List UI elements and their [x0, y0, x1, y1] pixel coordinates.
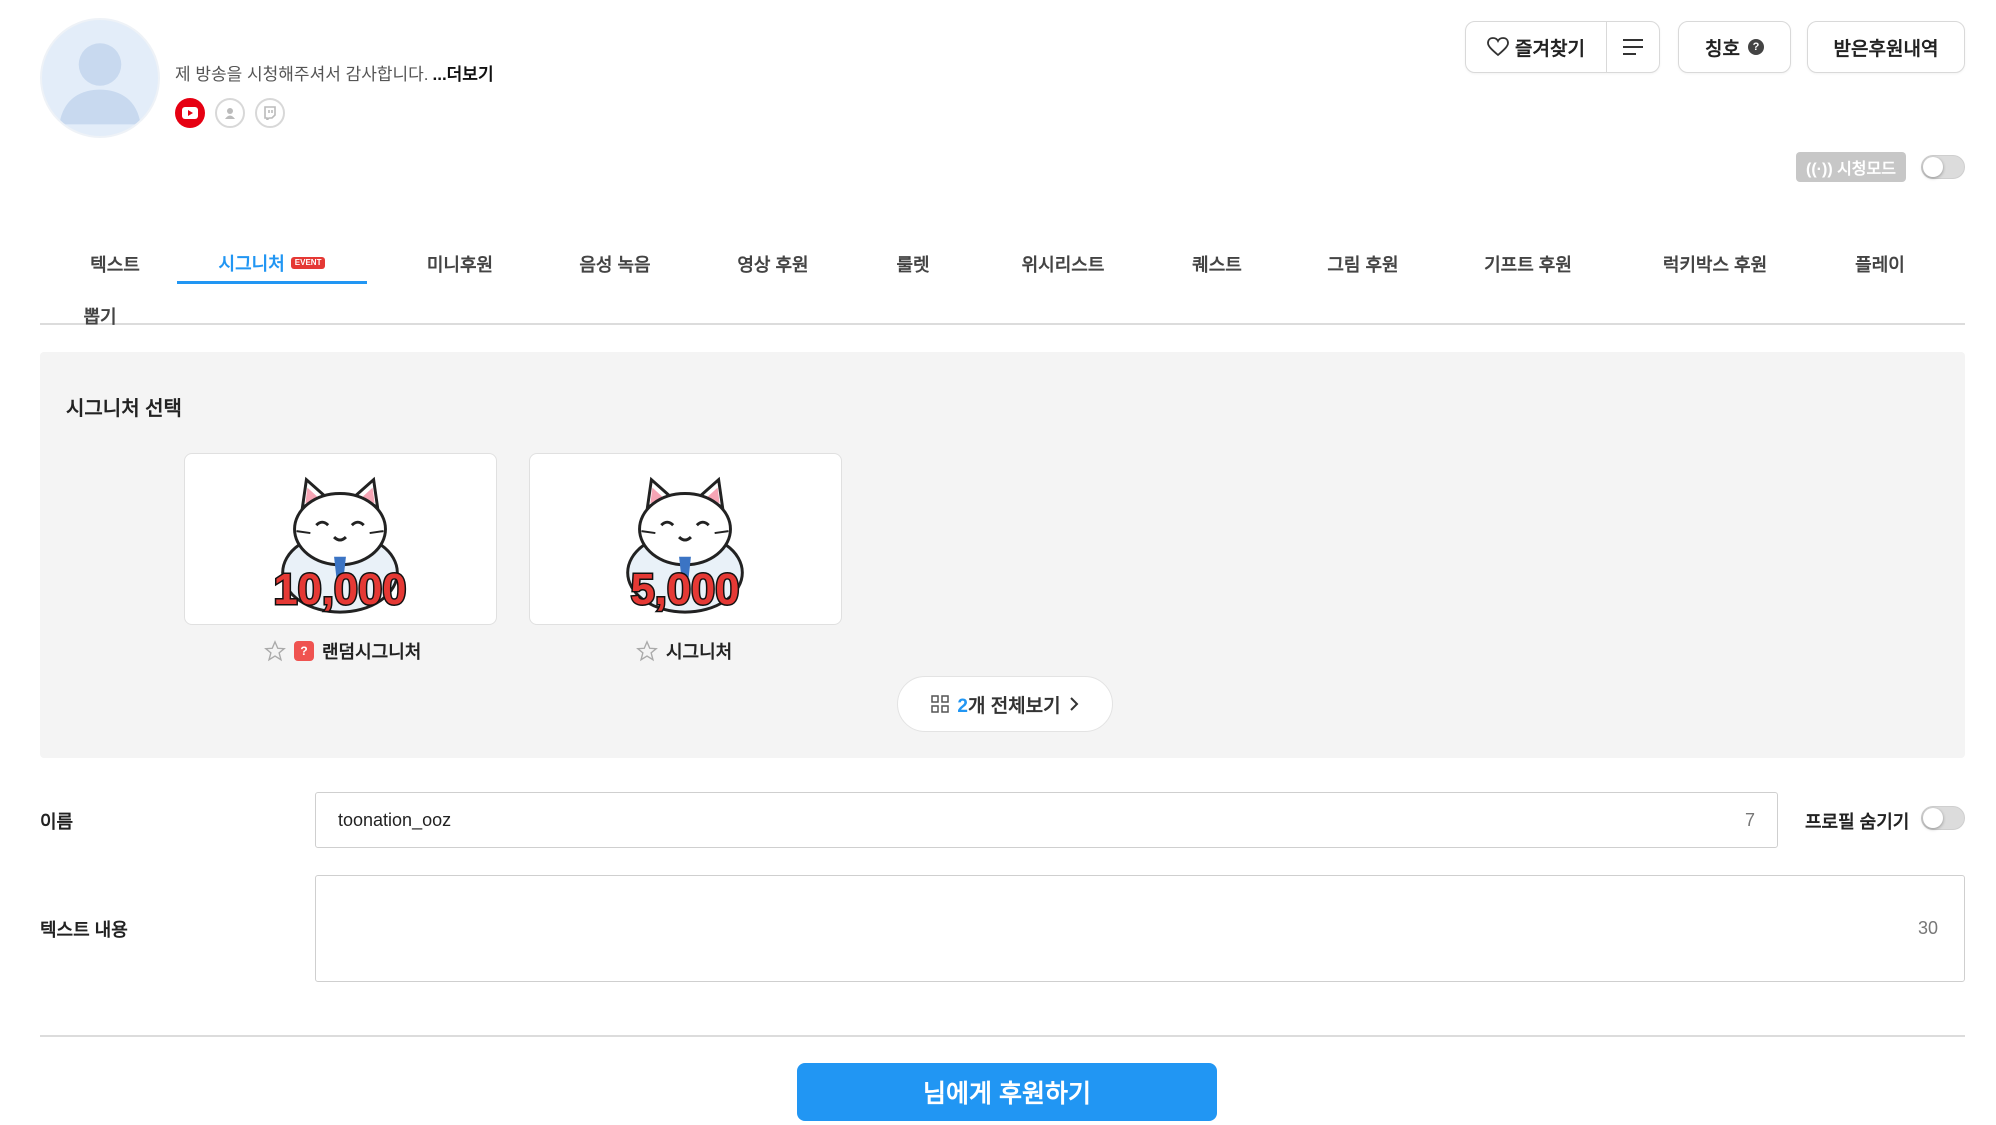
- tab-signature[interactable]: 시그니처 EVENT: [177, 244, 367, 284]
- title-button[interactable]: 칭호 ?: [1678, 21, 1791, 73]
- text-content-label: 텍스트 내용: [40, 920, 128, 940]
- tab-label: 룰렛: [896, 255, 930, 275]
- divider: [40, 1035, 1965, 1037]
- tab-label: 퀘스트: [1192, 255, 1242, 275]
- twitch-icon[interactable]: [255, 98, 285, 128]
- viewmode-label: ((·)) 시청모드: [1796, 152, 1906, 182]
- cat-signature-image: 10,000: [272, 476, 408, 616]
- more-link[interactable]: ...더보기: [433, 65, 494, 84]
- name-input[interactable]: toonation_ooz 7: [315, 792, 1778, 848]
- signature-card-label: ? 랜덤시그니처: [264, 638, 421, 664]
- heart-icon: [1487, 37, 1509, 57]
- view-all-label: 개 전체보기: [967, 695, 1061, 717]
- tab-label: 그림 후원: [1327, 255, 1399, 275]
- view-all-button[interactable]: 2개 전체보기: [897, 676, 1113, 732]
- name-value: toonation_ooz: [338, 809, 452, 830]
- tab-quest[interactable]: 퀘스트: [1162, 244, 1272, 284]
- greeting-text: 제 방송을 시청해주셔서 감사합니다. ...더보기: [175, 60, 494, 85]
- tab-label: 텍스트: [90, 255, 140, 275]
- tab-draw[interactable]: 뽑기: [60, 296, 140, 336]
- view-all-count: 2: [957, 695, 968, 717]
- card-label-text: 랜덤시그니처: [322, 642, 422, 662]
- viewmode-toggle[interactable]: [1921, 155, 1965, 179]
- youtube-icon[interactable]: [175, 98, 205, 128]
- donate-button[interactable]: 님에게 후원하기: [797, 1063, 1217, 1121]
- tab-drawing-donation[interactable]: 그림 후원: [1298, 244, 1428, 284]
- tab-roulette[interactable]: 룰렛: [868, 244, 958, 284]
- toggle-knob: [1923, 808, 1943, 828]
- hide-profile-toggle[interactable]: [1921, 806, 1965, 830]
- grid-icon: [931, 695, 950, 713]
- tab-label: 위시리스트: [1021, 255, 1105, 275]
- tab-label: 영상 후원: [737, 255, 809, 275]
- tab-mini-donation[interactable]: 미니후원: [400, 244, 520, 284]
- name-counter: 7: [1744, 809, 1755, 830]
- favorite-button[interactable]: 즐겨찾기: [1466, 22, 1607, 72]
- star-icon[interactable]: [636, 640, 658, 662]
- history-label: 받은후원내역: [1833, 38, 1939, 60]
- tab-label: 시그니처: [218, 253, 285, 274]
- tab-wishlist[interactable]: 위시리스트: [993, 244, 1133, 284]
- title-label: 칭호: [1705, 38, 1740, 60]
- text-content-field[interactable]: 30: [315, 875, 1965, 982]
- social-links: [175, 98, 285, 128]
- signature-amount: 10,000: [274, 566, 407, 614]
- chevron-right-icon: [1069, 697, 1079, 711]
- menu-button[interactable]: [1607, 22, 1659, 72]
- tab-play[interactable]: 플레이: [1830, 244, 1930, 284]
- avatar: [40, 18, 160, 138]
- greeting-message: 제 방송을 시청해주셔서 감사합니다.: [175, 65, 429, 84]
- tab-text[interactable]: 텍스트: [70, 244, 160, 284]
- signature-amount: 5,000: [631, 566, 740, 614]
- favorite-group: 즐겨찾기: [1465, 21, 1660, 73]
- favorite-label: 즐겨찾기: [1515, 38, 1585, 60]
- tab-label: 기프트 후원: [1484, 255, 1572, 275]
- random-badge: ?: [294, 641, 314, 661]
- help-icon: ?: [1747, 39, 1764, 55]
- signature-card-label: 시그니처: [636, 638, 732, 664]
- donation-type-tabs: 텍스트 시그니처 EVENT 미니후원 음성 녹음 영상 후원 룰렛 위시리스트 …: [40, 225, 1965, 327]
- star-icon[interactable]: [264, 640, 286, 662]
- afreeca-icon[interactable]: [215, 98, 245, 128]
- menu-icon: [1623, 39, 1643, 55]
- tab-gift-donation[interactable]: 기프트 후원: [1453, 244, 1603, 284]
- cat-signature-image: 5,000: [626, 476, 744, 616]
- signature-card[interactable]: 10,000: [184, 453, 497, 625]
- tab-video-donation[interactable]: 영상 후원: [708, 244, 838, 284]
- text-counter: 30: [1917, 918, 1938, 938]
- event-badge: EVENT: [290, 256, 326, 269]
- tab-label: 음성 녹음: [579, 255, 651, 275]
- signature-card[interactable]: 5,000: [529, 453, 842, 625]
- donation-history-button[interactable]: 받은후원내역: [1807, 21, 1965, 73]
- tab-label: 럭키박스 후원: [1662, 255, 1768, 275]
- tab-label: 미니후원: [426, 255, 494, 275]
- signature-title: 시그니처 선택: [66, 398, 182, 420]
- hide-profile-label: 프로필 숨기기: [1805, 812, 1910, 832]
- signature-panel: 시그니처 선택 10,000 ? 랜덤시그니처 5,000 시그니처 2개 전체…: [40, 352, 1965, 758]
- toggle-knob: [1923, 157, 1943, 177]
- tab-label: 뽑기: [83, 307, 117, 327]
- name-label: 이름: [40, 812, 74, 832]
- tab-voice-record[interactable]: 음성 녹음: [550, 244, 680, 284]
- tab-label: 플레이: [1855, 255, 1905, 275]
- card-label-text: 시그니처: [666, 642, 733, 662]
- tab-luckybox-donation[interactable]: 럭키박스 후원: [1630, 244, 1800, 284]
- user-placeholder-icon: [59, 43, 141, 125]
